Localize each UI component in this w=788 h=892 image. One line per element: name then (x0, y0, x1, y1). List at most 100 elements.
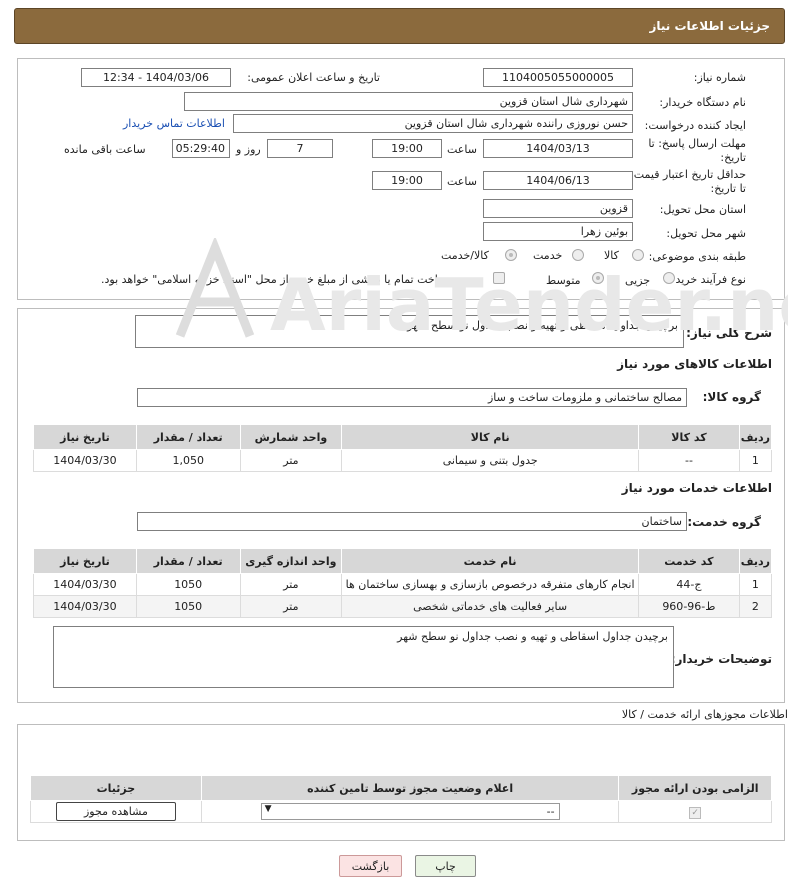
services-table: ردیف کد خدمت نام خدمت واحد اندازه گیری ت… (33, 548, 773, 618)
creator-label: ایجاد کننده درخواست: (644, 119, 746, 132)
category-option-service: خدمت (533, 249, 563, 262)
goods-section-title: اطلاعات کالاهای مورد نیاز (617, 357, 772, 371)
page-title: جزئیات اطلاعات نیاز (649, 19, 770, 33)
cell-code: ط-96-960 (638, 595, 740, 618)
cell-code: ج-44 (638, 573, 740, 596)
validity-label-date: تا تاریخ: (710, 182, 746, 195)
days-remaining-field[interactable]: 7 (267, 139, 333, 158)
table-row: 1 -- جدول بتنی و سیمانی متر 1,050 1404/0… (33, 449, 773, 472)
process-option-minor: جزیی (625, 274, 651, 287)
col-header-name: نام کالا (341, 424, 640, 450)
validity-time-field[interactable]: 19:00 (372, 171, 442, 190)
category-label: طبقه بندی موضوعی: (648, 250, 746, 263)
validity-time-label: ساعت (447, 175, 477, 188)
deadline-label: مهلت ارسال پاسخ: تا (648, 137, 746, 150)
col-header-date: تاریخ نیاز (33, 424, 137, 450)
back-button[interactable]: بازگشت (339, 855, 402, 877)
license-status-value: -- (546, 805, 555, 818)
remaining-time-field[interactable]: 05:29:40 (172, 139, 230, 158)
buyer-org-field[interactable]: شهرداری شال استان قزوین (184, 92, 633, 111)
cell-row: 1 (738, 573, 773, 596)
col-header-required: الزامی بودن ارائه مجوز (618, 775, 772, 801)
services-section-title: اطلاعات خدمات مورد نیاز (621, 481, 772, 495)
remaining-time-label: ساعت باقی مانده (64, 143, 146, 156)
cell-unit: متر (239, 573, 343, 596)
col-header-status: اعلام وضعیت مجوز توسط تامین کننده (200, 775, 620, 801)
validity-label: حداقل تاریخ اعتبار قیمت: (630, 168, 746, 181)
goods-group-field[interactable]: مصالح ساختمانی و ملزومات ساخت و ساز (137, 388, 687, 407)
col-header-code: کد خدمت (638, 548, 740, 574)
cell-name: انجام کارهای متفرقه درخصوص بازسازی و بهس… (341, 573, 639, 596)
print-button[interactable]: چاپ (415, 855, 476, 877)
col-header-quantity: تعداد / مقدار (135, 548, 241, 574)
col-header-quantity: تعداد / مقدار (135, 424, 241, 450)
process-option-medium: متوسط (546, 274, 581, 287)
col-header-row: ردیف (738, 548, 773, 574)
creator-field[interactable]: حسن نوروزی راننده شهرداری شال استان قزوی… (233, 114, 633, 133)
cell-unit: متر (239, 595, 343, 618)
license-status-select[interactable]: -- ▼ (260, 803, 560, 820)
announce-date-field[interactable]: 1404/03/06 - 12:34 (81, 68, 231, 87)
deadline-label-date: تاریخ: (720, 151, 746, 164)
deadline-time-label: ساعت (447, 143, 477, 156)
cell-date: 1404/03/30 (33, 449, 137, 472)
cell-quantity: 1,050 (135, 449, 241, 472)
col-header-date: تاریخ نیاز (33, 548, 137, 574)
buyer-notes-textarea[interactable]: برچیدن جداول اسقاطی و تهیه و نصب جداول ن… (53, 626, 674, 688)
services-group-label: گروه خدمت: (687, 515, 761, 529)
buyer-contact-link[interactable]: اطلاعات تماس خریدار (123, 117, 225, 130)
category-option-goods: کالا (604, 249, 619, 262)
cell-row: 1 (738, 449, 773, 472)
validity-date-field[interactable]: 1404/06/13 (483, 171, 633, 190)
need-number-label: شماره نیاز: (693, 71, 746, 84)
province-label: استان محل تحویل: (659, 203, 746, 216)
licenses-table-header: الزامی بودن ارائه مجوز اعلام وضعیت مجوز … (30, 775, 772, 801)
city-label: شهر محل تحویل: (666, 227, 746, 240)
process-label: نوع فرآیند خرید : (668, 273, 746, 286)
licenses-table: الزامی بودن ارائه مجوز اعلام وضعیت مجوز … (30, 775, 772, 823)
process-radio-minor[interactable] (663, 272, 675, 284)
cell-name: جدول بتنی و سیمانی (341, 449, 640, 472)
category-radio-goods[interactable] (632, 249, 644, 261)
col-header-code: کد کالا (638, 424, 740, 450)
col-header-row: ردیف (738, 424, 773, 450)
summary-label: شرح کلی نیاز: (686, 326, 772, 340)
licenses-title: اطلاعات مجوزهای ارائه خدمت / کالا (621, 708, 788, 721)
page-header: جزئیات اطلاعات نیاز (14, 8, 785, 44)
category-radio-service[interactable] (572, 249, 584, 261)
announce-date-label: تاریخ و ساعت اعلان عمومی: (247, 71, 380, 84)
table-row: ✓ -- ▼ مشاهده مجوز (30, 800, 772, 823)
cell-code: -- (638, 449, 740, 472)
cell-row: 2 (738, 595, 773, 618)
services-table-header: ردیف کد خدمت نام خدمت واحد اندازه گیری ت… (33, 548, 773, 574)
col-header-unit: واحد شمارش (239, 424, 343, 450)
cell-date: 1404/03/30 (33, 573, 137, 596)
license-status-cell: -- ▼ (200, 800, 620, 823)
cell-quantity: 1050 (135, 573, 241, 596)
services-group-field[interactable]: ساختمان (137, 512, 687, 531)
license-details-cell: مشاهده مجوز (30, 800, 202, 823)
province-field[interactable]: قزوین (483, 199, 633, 218)
city-field[interactable]: بوئین زهرا (483, 222, 633, 241)
col-header-unit: واحد اندازه گیری (239, 548, 343, 574)
goods-table-header: ردیف کد کالا نام کالا واحد شمارش تعداد /… (33, 424, 773, 450)
col-header-name: نام خدمت (341, 548, 639, 574)
view-license-button[interactable]: مشاهده مجوز (55, 802, 176, 821)
treasury-payment-note: پرداخت تمام یا بخشی از مبلغ خرید،از محل … (101, 273, 452, 286)
summary-textarea[interactable]: برچیدن جداول اسقاطی و تهیه و نصب جداول ن… (135, 315, 684, 348)
category-option-goods-service: کالا/خدمت (441, 249, 489, 262)
category-radio-goods-service[interactable] (505, 249, 517, 261)
buyer-org-label: نام دستگاه خریدار: (659, 96, 746, 109)
need-number-field[interactable]: 1104005055000005 (483, 68, 633, 87)
license-required-checkbox[interactable]: ✓ (689, 806, 702, 819)
table-row: 2 ط-96-960 سایر فعالیت های خدماتی شخصی م… (33, 595, 773, 618)
deadline-date-field[interactable]: 1404/03/13 (483, 139, 633, 158)
treasury-payment-checkbox[interactable] (493, 272, 505, 284)
goods-group-label: گروه کالا: (702, 390, 761, 404)
chevron-down-icon: ▼ (264, 804, 272, 814)
deadline-time-field[interactable]: 19:00 (372, 139, 442, 158)
process-radio-medium[interactable] (592, 272, 604, 284)
cell-unit: متر (239, 449, 343, 472)
cell-quantity: 1050 (135, 595, 241, 618)
goods-table: ردیف کد کالا نام کالا واحد شمارش تعداد /… (33, 424, 773, 472)
